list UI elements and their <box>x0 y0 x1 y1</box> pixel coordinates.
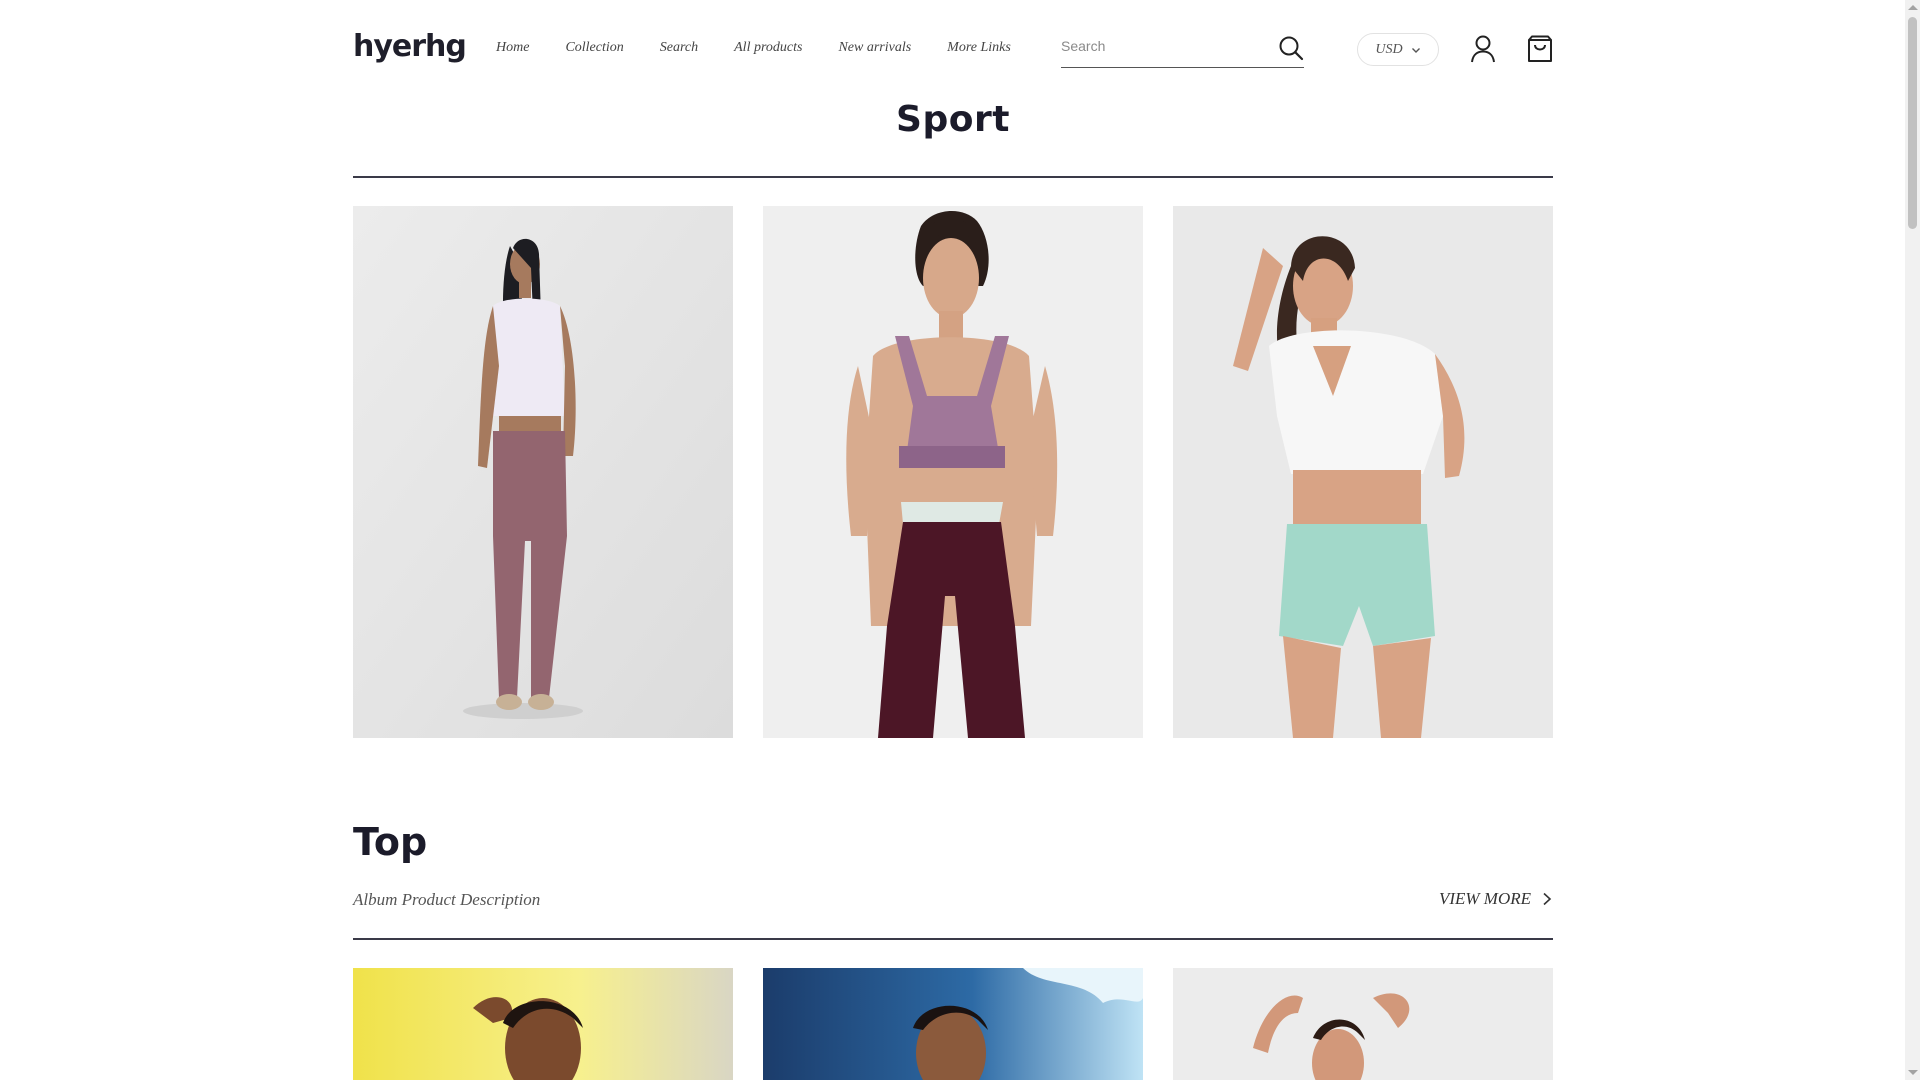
currency-label: USD <box>1375 41 1403 57</box>
section-divider <box>353 938 1553 940</box>
currency-selector[interactable]: USD <box>1357 33 1439 66</box>
view-more-link[interactable]: VIEW MORE <box>1439 889 1553 909</box>
top-product-grid <box>353 968 1553 1080</box>
nav-collection[interactable]: Collection <box>565 40 623 56</box>
nav-search[interactable]: Search <box>660 40 698 56</box>
top-title: Top <box>353 820 428 864</box>
account-icon[interactable] <box>1469 34 1497 64</box>
logo[interactable]: hyerhg <box>353 29 467 64</box>
product-image <box>353 968 733 1080</box>
scroll-down-icon[interactable] <box>1908 1070 1918 1075</box>
search-input[interactable] <box>1061 38 1261 54</box>
product-image <box>1173 968 1553 1080</box>
search-icon[interactable] <box>1278 35 1304 61</box>
top-product-card-1[interactable] <box>353 968 733 1080</box>
header: hyerhg Home Collection Search All produc… <box>353 0 1553 98</box>
product-card-2[interactable] <box>763 206 1143 738</box>
scroll-up-icon[interactable] <box>1908 5 1918 10</box>
product-image <box>763 968 1143 1080</box>
nav-more-links[interactable]: More Links <box>947 40 1011 56</box>
top-product-card-3[interactable] <box>1173 968 1553 1080</box>
chevron-down-icon <box>1411 47 1420 53</box>
album-description: Album Product Description <box>353 890 541 909</box>
nav-home[interactable]: Home <box>496 40 529 56</box>
top-product-card-2[interactable] <box>763 968 1143 1080</box>
section-divider <box>353 176 1553 178</box>
product-image <box>1173 206 1553 738</box>
sport-title: Sport <box>896 99 1010 140</box>
nav-new-arrivals[interactable]: New arrivals <box>838 40 911 56</box>
product-image <box>353 206 733 738</box>
product-image <box>763 206 1143 738</box>
nav-all-products[interactable]: All products <box>734 40 802 56</box>
main-nav: Home Collection Search All products New … <box>496 40 1011 56</box>
chevron-right-icon <box>1543 892 1552 906</box>
sport-product-grid <box>353 206 1553 738</box>
cart-icon[interactable] <box>1526 35 1554 63</box>
view-more-label: VIEW MORE <box>1438 889 1531 908</box>
page-scrollbar[interactable] <box>1905 0 1920 1080</box>
product-card-1[interactable] <box>353 206 733 738</box>
product-card-3[interactable] <box>1173 206 1553 738</box>
search-bar <box>1061 28 1304 68</box>
scrollbar-thumb[interactable] <box>1908 17 1917 229</box>
